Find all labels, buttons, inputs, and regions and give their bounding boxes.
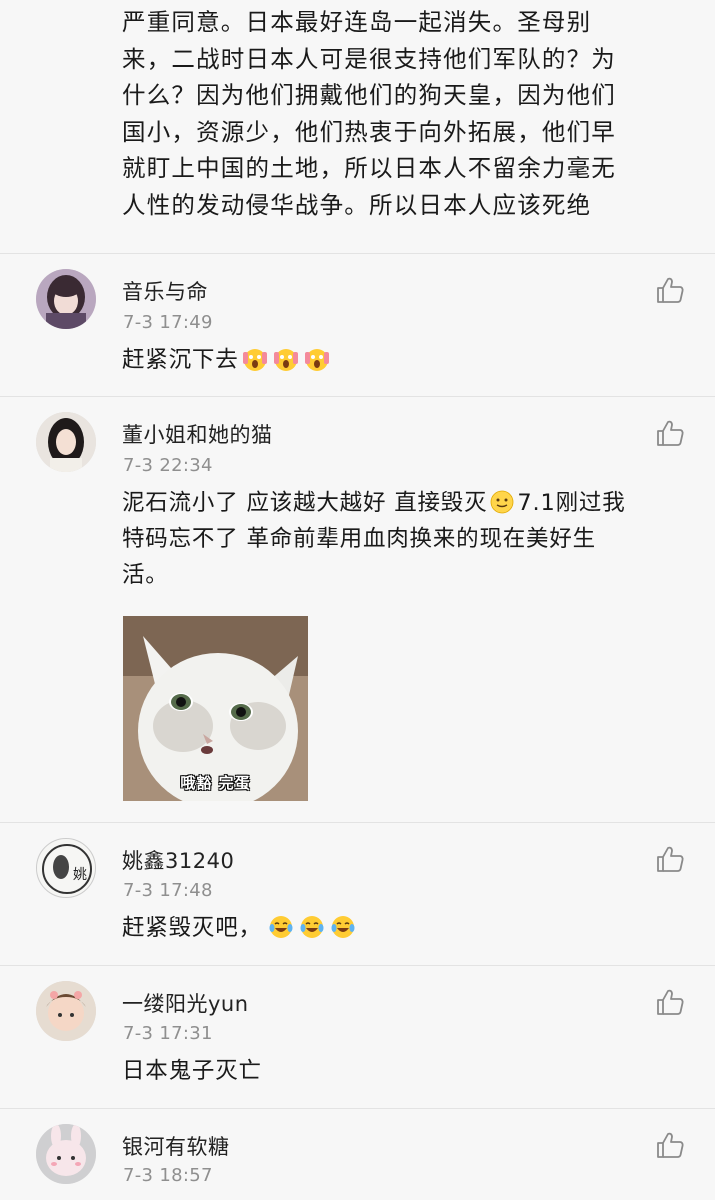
comment-text-line: 特码忘不了 革命前辈用血肉换来的现在美好生 [122,526,596,552]
comment-text: 日本鬼子灭亡 [122,1058,262,1084]
comment-text: 赶紧沉下去 [122,342,692,378]
comment-text: 赶紧毁灭吧， [122,910,692,946]
timestamp: 7-3 22:34 [123,455,213,476]
tears-of-joy-emoji-icon [268,914,294,940]
timestamp: 7-3 17:31 [123,1023,213,1044]
divider [0,822,715,823]
comment-text-line: 泥石流小了 应该越大越好 直接毁灭 7.1刚过我 [122,485,692,521]
comment-text-content: 赶紧毁灭吧， [122,915,262,941]
timestamp: 7-3 17:49 [123,312,213,333]
comment-line: 人性的发动侵华战争。所以日本人应该死绝 [122,190,592,219]
like-button[interactable] [655,1131,685,1159]
scream-emoji-icon [304,346,330,372]
comment-line: 来，二战时日本人可是很支持他们军队的？为 [122,44,616,73]
avatar[interactable] [36,412,96,472]
username[interactable]: 董小姐和她的猫 [122,419,273,449]
avatar-image [36,981,96,1041]
thumbs-up-icon [657,1132,684,1158]
comment-feed: 严重同意。日本最好连岛一起消失。圣母别 来，二战时日本人可是很支持他们军队的？为… [0,0,715,1200]
scream-emoji-icon [242,346,268,372]
comment-text-line: 活。 [122,562,169,588]
username[interactable]: 一缕阳光yun [122,988,249,1018]
comment-text: 泥石流小了 应该越大越好 直接毁灭 7.1刚过我 特码忘不了 革命前辈用血肉换来的… [122,485,692,593]
like-button[interactable] [655,845,685,873]
avatar-image [36,269,96,329]
thumbs-up-icon [657,989,684,1015]
image-caption: 哦豁 完蛋 [180,774,251,792]
continued-comment-text: 严重同意。日本最好连岛一起消失。圣母别 来，二战时日本人可是很支持他们军队的？为… [122,4,702,223]
like-button[interactable] [655,988,685,1016]
username[interactable]: 银河有软糖 [122,1131,230,1161]
thumbs-up-icon [657,420,684,446]
comment-line: 就盯上中国的土地，所以日本人不留余力毫无 [122,154,616,182]
avatar-image: 姚 [37,839,95,897]
username[interactable]: 姚鑫31240 [122,845,234,875]
avatar[interactable] [36,269,96,329]
like-button[interactable] [655,419,685,447]
comment-text-content: 赶紧沉下去 [122,347,239,373]
avatar-image [36,1124,96,1184]
timestamp: 7-3 17:48 [123,880,213,901]
divider [0,253,715,254]
scream-emoji-icon [273,346,299,372]
username[interactable]: 音乐与命 [122,276,208,306]
avatar[interactable]: 姚 [36,838,96,898]
timestamp: 7-3 18:57 [123,1165,213,1186]
comment-text-content: 泥石流小了 应该越大越好 直接毁灭 [122,490,488,516]
avatar[interactable] [36,1124,96,1184]
like-button[interactable] [655,276,685,304]
tears-of-joy-emoji-icon [299,914,325,940]
comment-text-content: 7.1刚过我 [517,490,626,516]
thumbs-up-icon [657,846,684,872]
avatar-image [36,412,96,472]
tears-of-joy-emoji-icon [330,914,356,940]
comment-image[interactable]: 哦豁 完蛋 [123,616,308,801]
avatar-text: 姚 [73,867,87,883]
divider [0,1108,715,1109]
comment-line: 国小，资源少，他们热衷于向外拓展，他们早 [122,117,616,146]
thumbs-up-icon [657,277,684,303]
comment-line: 严重同意。日本最好连岛一起消失。圣母别 [122,8,592,36]
divider [0,396,715,397]
divider [0,965,715,966]
comment-line: 什么？因为他们拥戴他们的狗天皇，因为他们 [122,81,616,109]
avatar[interactable] [36,981,96,1041]
smile-emoji-icon [489,489,515,515]
